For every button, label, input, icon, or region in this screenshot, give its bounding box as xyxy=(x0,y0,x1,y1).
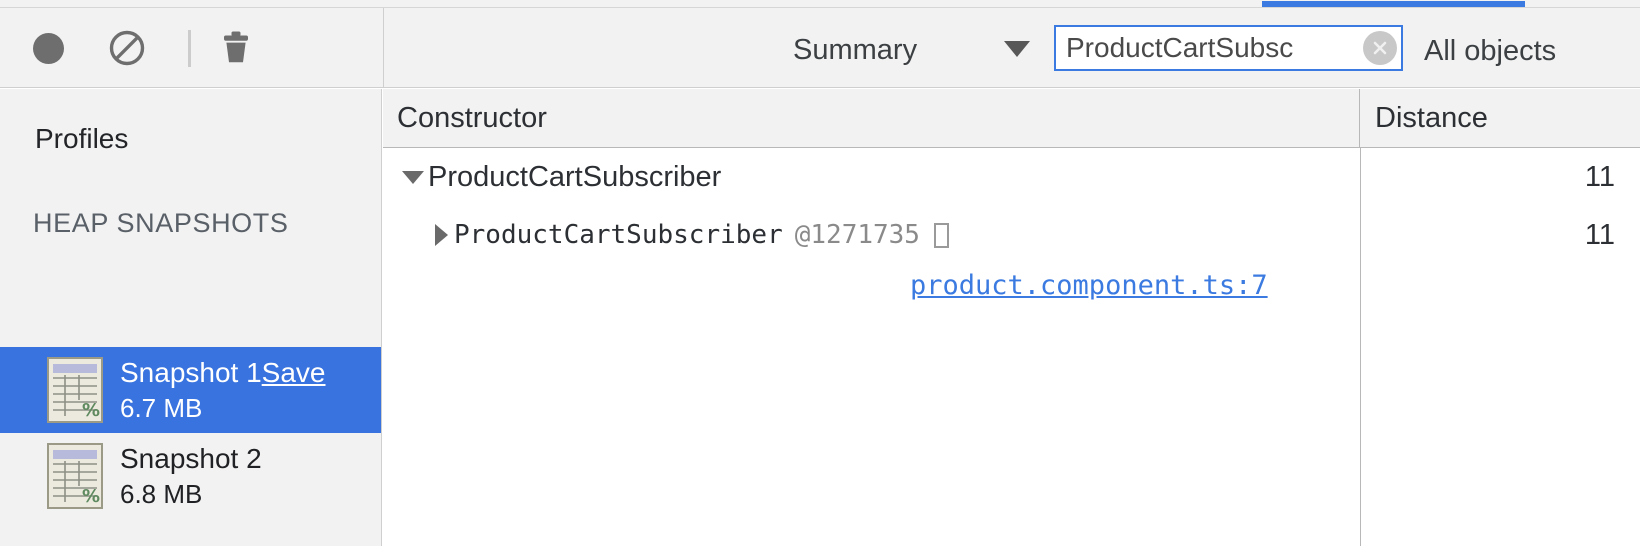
profiles-sidebar: Profiles HEAP SNAPSHOTS % Snapshot 1Save… xyxy=(0,89,382,546)
snapshot-list: % Snapshot 1Save 6.7 MB % Snapshot 2 6.8… xyxy=(0,347,381,519)
constructor-grid: Constructor Distance ProductCartSubscrib… xyxy=(383,89,1640,546)
save-link[interactable]: Save xyxy=(262,357,326,388)
snapshot-doc-glyph: % xyxy=(47,443,103,509)
chevron-down-icon[interactable] xyxy=(1004,41,1030,57)
constructor-name: ProductCartSubscriber xyxy=(428,161,722,193)
toolbar-left-group xyxy=(0,8,382,87)
class-filter-value[interactable]: ProductCartSubsc xyxy=(1056,31,1401,65)
clear-x-icon[interactable] xyxy=(1363,31,1397,65)
source-file-link[interactable]: product.component.ts:7 xyxy=(910,264,1268,308)
grid-rows: ProductCartSubscriber 11 ProductCartSubs… xyxy=(383,148,1640,316)
clear-prohibited-icon[interactable] xyxy=(105,30,149,66)
record-dot-shape xyxy=(32,32,64,64)
constructor-name: ProductCartSubscriber xyxy=(454,220,783,250)
snapshot-meta: Snapshot 1Save 6.7 MB xyxy=(120,356,326,424)
snapshot-meta: Snapshot 2 6.8 MB xyxy=(120,442,262,510)
snapshot-name: Snapshot 1 xyxy=(120,357,262,388)
distance-cell: 11 xyxy=(1584,218,1615,251)
snapshot-doc-glyph: % xyxy=(47,357,103,423)
active-tab-indicator xyxy=(1262,1,1525,7)
view-select-label[interactable]: Summary xyxy=(793,32,917,68)
svg-text:%: % xyxy=(82,400,100,421)
snapshot-name: Snapshot 2 xyxy=(120,443,262,474)
trash-icon[interactable] xyxy=(214,30,258,66)
heap-profiler-panel: Summary ProductCartSubsc All objects Pro… xyxy=(0,0,1640,546)
heap-snapshots-section-label: HEAP SNAPSHOTS xyxy=(33,208,289,238)
toolbar: Summary ProductCartSubsc All objects xyxy=(0,8,1640,88)
heap-snapshot-icon: % xyxy=(46,442,104,510)
grid-header: Constructor Distance xyxy=(383,89,1640,148)
toolbar-divider xyxy=(188,30,191,67)
table-row[interactable]: ProductCartSubscriber @1271735 11 xyxy=(383,206,1640,264)
class-filter-input[interactable]: ProductCartSubsc xyxy=(1054,25,1403,71)
prohibited-glyph xyxy=(109,30,145,66)
table-row[interactable]: ProductCartSubscriber 11 xyxy=(383,148,1640,206)
x-glyph xyxy=(1373,41,1387,55)
object-id: @1271735 xyxy=(794,220,920,250)
chevron-right-icon[interactable] xyxy=(435,224,448,246)
snapshot-size: 6.7 MB xyxy=(120,393,203,423)
snapshot-size: 6.8 MB xyxy=(120,479,203,509)
constructor-cell[interactable]: ProductCartSubscriber @1271735 xyxy=(383,206,1360,264)
list-item[interactable]: % Snapshot 2 6.8 MB xyxy=(0,433,381,519)
chevron-down-icon[interactable] xyxy=(402,170,424,184)
list-item[interactable]: % Snapshot 1Save 6.7 MB xyxy=(0,347,381,433)
toolbar-right-group: Summary ProductCartSubsc All objects xyxy=(383,8,1640,87)
source-link-row: product.component.ts:7 xyxy=(383,264,1640,316)
column-header-distance[interactable]: Distance xyxy=(1360,89,1640,147)
snapshot-name-row: Snapshot 1Save xyxy=(120,356,326,390)
column-header-constructor[interactable]: Constructor xyxy=(383,89,1360,147)
svg-text:%: % xyxy=(82,486,100,507)
objects-filter-label[interactable]: All objects xyxy=(1424,33,1556,69)
tab-strip xyxy=(0,0,1640,8)
trash-glyph xyxy=(224,31,248,63)
distance-cell: 11 xyxy=(1584,160,1615,193)
page-title: Profiles xyxy=(35,123,129,154)
constructor-cell[interactable]: ProductCartSubscriber xyxy=(383,148,1360,206)
record-circle-icon[interactable] xyxy=(28,32,68,64)
missing-glyph-icon xyxy=(933,222,949,248)
heap-snapshot-icon: % xyxy=(46,356,104,424)
